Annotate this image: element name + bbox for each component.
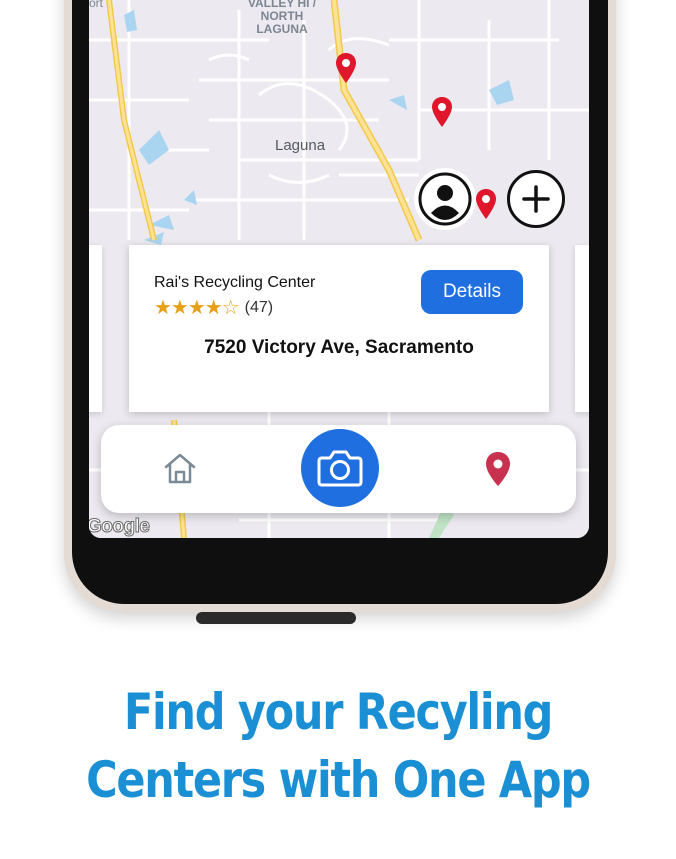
map-pin-icon[interactable] bbox=[475, 188, 497, 220]
details-button[interactable]: Details bbox=[421, 270, 523, 314]
profile-button[interactable] bbox=[414, 168, 476, 230]
plus-icon bbox=[522, 185, 550, 213]
map-label-laguna: Laguna bbox=[275, 137, 326, 154]
phone-speaker bbox=[196, 612, 356, 624]
app-screen: ort VALLEY HI / NORTH LAGUNA Laguna Rai'… bbox=[89, 0, 589, 538]
center-name: Rai's Recycling Center bbox=[154, 274, 316, 291]
profile-icon bbox=[418, 172, 472, 226]
map-label-fort: ort bbox=[89, 0, 104, 10]
star-rating-icon: ★★★★☆ bbox=[154, 297, 240, 319]
add-button[interactable] bbox=[507, 170, 565, 228]
next-center-card[interactable] bbox=[575, 245, 589, 412]
location-pin-icon[interactable] bbox=[483, 450, 513, 488]
camera-button[interactable] bbox=[301, 429, 379, 507]
bottom-navigation bbox=[101, 425, 576, 513]
center-rating: ★★★★☆ (47) bbox=[154, 295, 273, 320]
recycling-center-card[interactable]: Rai's Recycling Center ★★★★☆ (47) Detail… bbox=[129, 245, 549, 412]
center-address: 7520 Victory Ave, Sacramento bbox=[204, 337, 474, 358]
map-pin-icon[interactable] bbox=[335, 52, 357, 84]
camera-icon bbox=[317, 450, 363, 487]
map-pin-icon[interactable] bbox=[431, 96, 453, 128]
promo-headline: Find your Recyling Centers with One App bbox=[47, 678, 628, 814]
home-icon[interactable] bbox=[162, 450, 198, 486]
google-logo: Google bbox=[89, 516, 150, 538]
headline-line-2: Centers with One App bbox=[86, 751, 591, 809]
headline-line-1: Find your Recyling bbox=[123, 683, 554, 741]
rating-count: (47) bbox=[244, 298, 274, 316]
map-label-valley-hi: VALLEY HI / NORTH LAGUNA bbox=[247, 0, 317, 36]
previous-center-card[interactable] bbox=[89, 245, 102, 412]
